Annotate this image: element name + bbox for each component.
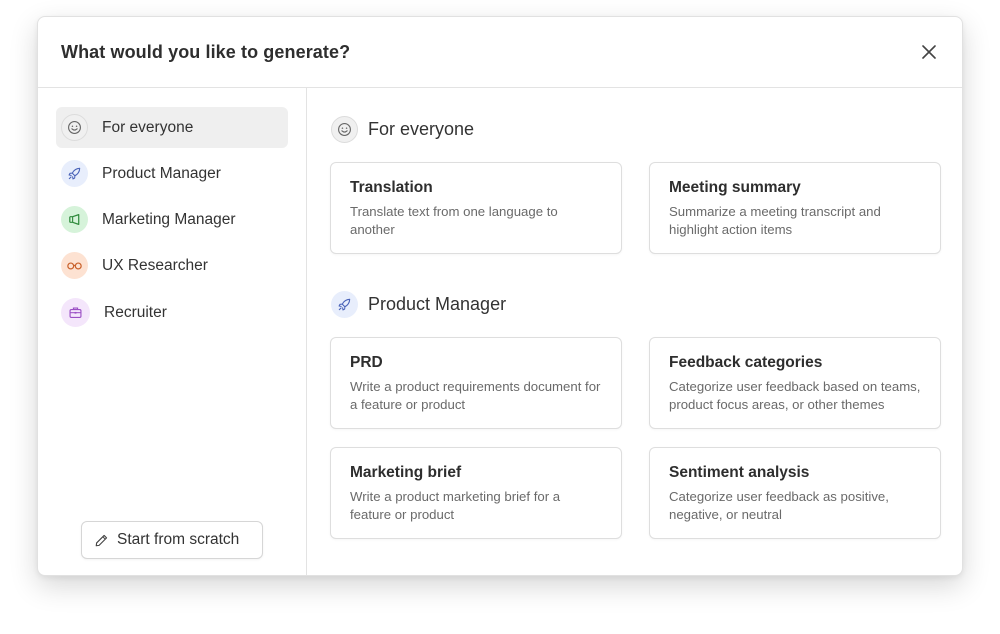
card-description: Write a product marketing brief for a fe… bbox=[350, 489, 561, 522]
smile-icon bbox=[61, 114, 88, 141]
card-title: Translation bbox=[350, 179, 433, 196]
sidebar-item-for-everyone[interactable]: For everyone bbox=[56, 107, 288, 148]
card-title: Sentiment analysis bbox=[669, 464, 810, 481]
template-card-sentiment-analysis[interactable]: Sentiment analysis Categorize user feedb… bbox=[649, 447, 941, 539]
sidebar-item-recruiter[interactable]: Recruiter bbox=[56, 292, 288, 333]
card-description: Categorize user feedback as positive, ne… bbox=[669, 489, 889, 522]
scratch-button-label: Start from scratch bbox=[117, 531, 240, 548]
card-description: Write a product requirements document fo… bbox=[350, 379, 601, 412]
generate-dialog: What would you like to generate? For eve… bbox=[37, 16, 963, 576]
template-card-translation[interactable]: Translation Translate text from one lang… bbox=[330, 162, 622, 254]
sidebar-item-label: UX Researcher bbox=[102, 256, 208, 274]
card-title: PRD bbox=[350, 354, 383, 371]
sidebar-item-label: Marketing Manager bbox=[102, 210, 236, 228]
card-title: Feedback categories bbox=[669, 354, 823, 371]
dialog-title: What would you like to generate? bbox=[61, 41, 351, 62]
dialog-header: What would you like to generate? bbox=[38, 17, 962, 88]
sidebar-item-ux-researcher[interactable]: UX Researcher bbox=[56, 245, 288, 286]
section-header-product-manager: Product Manager bbox=[331, 291, 506, 318]
rocket-icon bbox=[331, 291, 358, 318]
card-title: Meeting summary bbox=[669, 179, 801, 196]
template-list[interactable]: For everyone Translation Translate text … bbox=[308, 88, 962, 575]
template-card-feedback-categories[interactable]: Feedback categories Categorize user feed… bbox=[649, 337, 941, 429]
smile-icon bbox=[331, 116, 358, 143]
pencil-icon bbox=[95, 534, 108, 546]
sidebar-item-label: Recruiter bbox=[104, 303, 167, 321]
section-header-for-everyone: For everyone bbox=[331, 116, 474, 143]
glasses-icon bbox=[61, 252, 88, 279]
section-title: For everyone bbox=[368, 119, 475, 139]
card-description: Summarize a meeting transcript and highl… bbox=[669, 204, 881, 237]
card-title: Marketing brief bbox=[350, 464, 462, 481]
card-description: Categorize user feedback based on teams,… bbox=[669, 379, 921, 412]
rocket-icon bbox=[61, 160, 88, 187]
briefcase-icon bbox=[61, 298, 90, 327]
sidebar-item-label: Product Manager bbox=[102, 164, 221, 182]
sidebar-item-product-manager[interactable]: Product Manager bbox=[56, 153, 288, 194]
close-button[interactable] bbox=[918, 41, 940, 63]
megaphone-icon bbox=[61, 206, 88, 233]
close-icon bbox=[922, 45, 936, 59]
template-card-prd[interactable]: PRD Write a product requirements documen… bbox=[330, 337, 622, 429]
start-from-scratch-button[interactable]: Start from scratch bbox=[81, 521, 263, 559]
sidebar-item-marketing-manager[interactable]: Marketing Manager bbox=[56, 199, 288, 240]
section-title: Product Manager bbox=[368, 294, 507, 314]
sidebar-item-label: For everyone bbox=[102, 118, 194, 136]
card-description: Translate text from one language to anot… bbox=[350, 204, 558, 237]
template-card-meeting-summary[interactable]: Meeting summary Summarize a meeting tran… bbox=[649, 162, 941, 254]
template-card-marketing-brief[interactable]: Marketing brief Write a product marketin… bbox=[330, 447, 622, 539]
sidebar: For everyone Product Manager Marketing M… bbox=[38, 88, 307, 575]
